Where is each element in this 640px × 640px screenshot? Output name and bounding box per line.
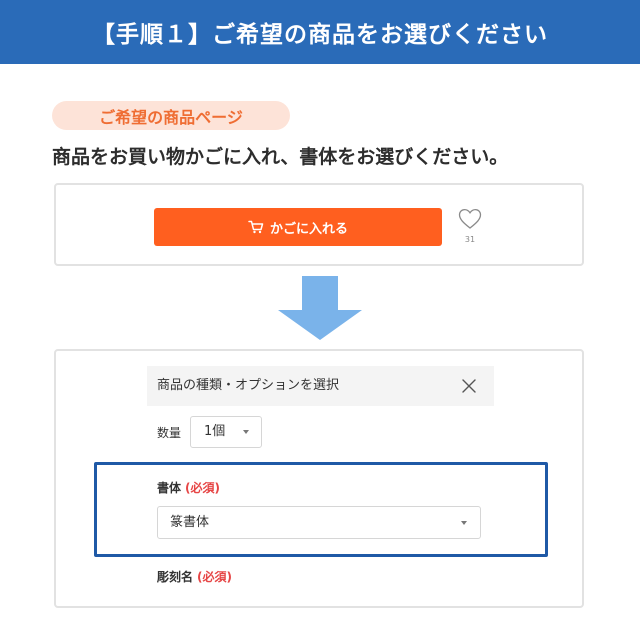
font-label: 書体: [157, 481, 182, 495]
cart-icon: [248, 220, 264, 234]
favorite-count: 31: [464, 235, 476, 244]
options-title: 商品の種類・オプションを選択: [157, 378, 340, 393]
heart-icon: [458, 208, 482, 234]
product-page-badge: ご希望の商品ページ: [52, 101, 290, 130]
instruction-text: 商品をお買い物かごに入れ、書体をお選びください。: [52, 146, 509, 168]
quantity-select[interactable]: 1個: [190, 416, 262, 448]
chevron-down-icon: [461, 521, 467, 525]
badge-label: ご希望の商品ページ: [99, 107, 243, 127]
header-title: 【手順１】ご希望の商品をお選びください: [92, 22, 548, 48]
quantity-label: 数量: [157, 426, 182, 440]
add-to-cart-button[interactable]: かごに入れる: [154, 208, 442, 246]
down-arrow-icon: [278, 276, 362, 340]
font-required-badge: (必須): [185, 481, 220, 495]
options-header: 商品の種類・オプションを選択: [147, 366, 494, 406]
engraving-field-label: 彫刻名 (必須): [157, 568, 232, 586]
font-select[interactable]: 篆書体: [157, 506, 481, 539]
add-to-cart-label: かごに入れる: [269, 221, 348, 237]
page-header: 【手順１】ご希望の商品をお選びください: [0, 0, 640, 64]
engraving-required-badge: (必須): [197, 570, 232, 584]
chevron-down-icon: [243, 430, 249, 434]
favorite-button[interactable]: 31: [456, 208, 484, 244]
close-icon[interactable]: [460, 377, 478, 395]
font-field-label: 書体 (必須): [157, 479, 220, 497]
engraving-label: 彫刻名: [157, 570, 194, 584]
quantity-value: 1個: [204, 424, 226, 439]
font-value: 篆書体: [170, 515, 210, 530]
